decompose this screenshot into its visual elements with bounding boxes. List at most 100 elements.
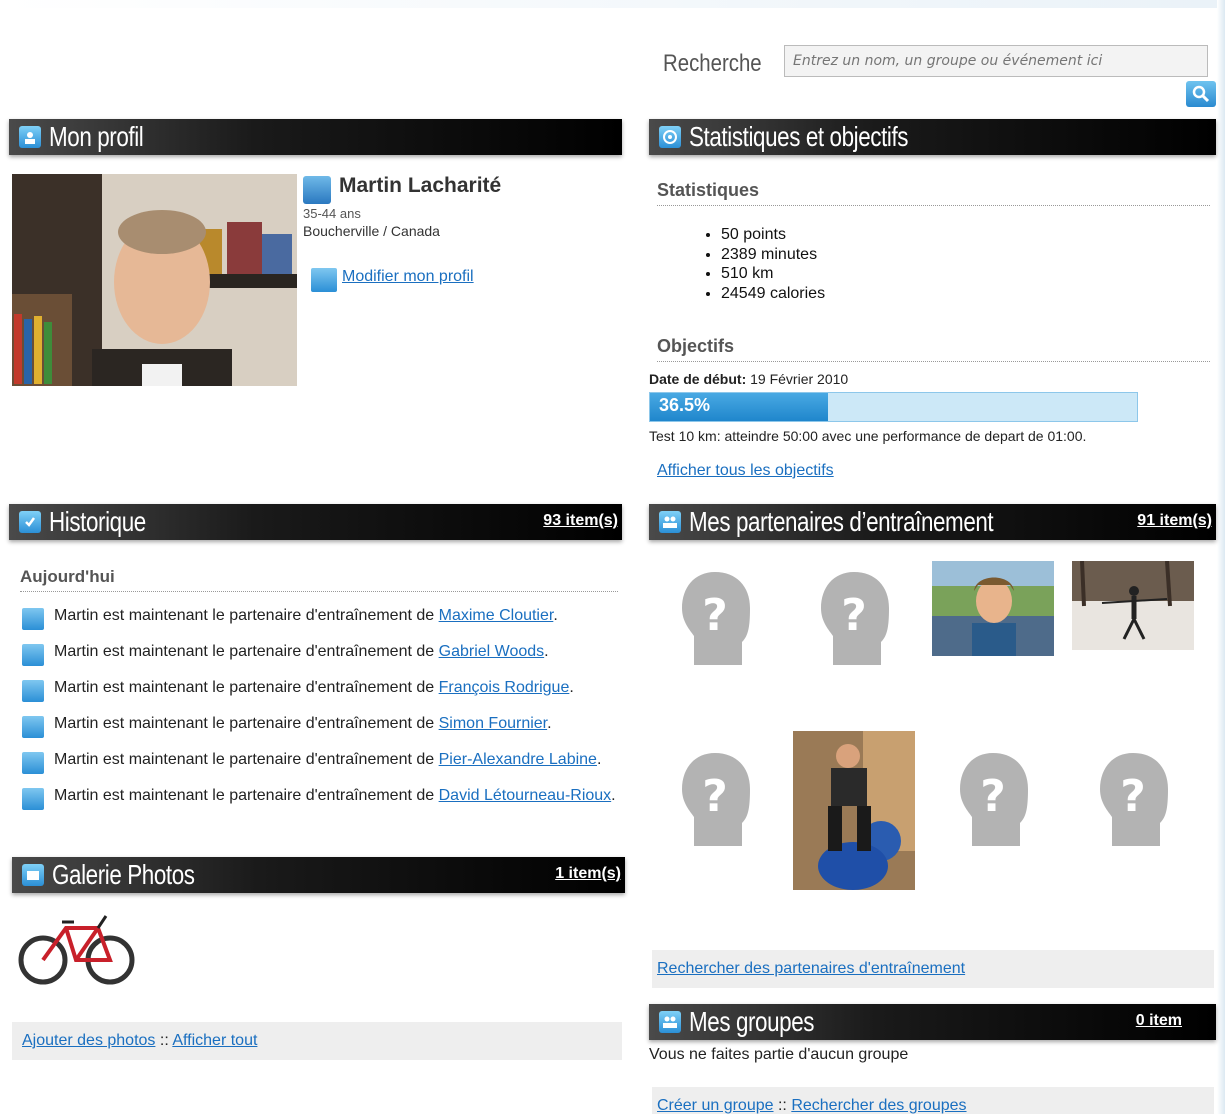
profile-location: Boucherville / Canada (303, 223, 440, 239)
partners-icon (22, 644, 44, 666)
partners-header: Mes partenaires d’entraînement 91 item(s… (649, 504, 1216, 540)
svg-text:?: ? (1120, 771, 1146, 822)
stat-points: 50 points (721, 225, 825, 245)
partner-avatar-placeholder[interactable]: ? (654, 737, 776, 859)
search-label: Recherche (663, 50, 762, 77)
stats-header-title: Statistiques et objectifs (689, 121, 909, 152)
history-partner-link[interactable]: Gabriel Woods (439, 643, 545, 660)
start-date-line: Date de début: 19 Février 2010 (649, 371, 848, 387)
goal-description: Test 10 km: atteindre 50:00 avec une per… (649, 428, 1087, 444)
history-item-prefix: Martin est maintenant le partenaire d'en… (54, 787, 435, 804)
partners-icon (22, 716, 44, 738)
history-item: Martin est maintenant le partenaire d'en… (22, 750, 622, 774)
partner-avatar-photo[interactable] (1072, 561, 1194, 650)
stats-subhead: Statistiques (657, 180, 1210, 206)
history-partner-link[interactable]: David Létourneau-Rioux (439, 787, 612, 804)
svg-text:?: ? (841, 590, 867, 641)
unknown-user-icon: ? (821, 571, 889, 665)
profile-header: Mon profil (9, 119, 622, 155)
gallery-header-title: Galerie Photos (52, 859, 195, 890)
history-item: Martin est maintenant le partenaire d'en… (22, 786, 622, 810)
history-item: Martin est maintenant le partenaire d'en… (22, 678, 622, 702)
unknown-user-icon: ? (682, 571, 750, 665)
history-count-link[interactable]: 93 item(s) (543, 512, 618, 530)
groups-count-link[interactable]: 0 item (1136, 1012, 1182, 1030)
start-date-value: 19 Février 2010 (750, 371, 849, 387)
view-all-photos-link[interactable]: Afficher tout (172, 1032, 257, 1049)
history-item-prefix: Martin est maintenant le partenaire d'en… (54, 607, 435, 624)
partner-avatar-photo[interactable] (793, 731, 915, 890)
svg-text:?: ? (980, 771, 1006, 822)
profile-icon (19, 126, 41, 148)
history-header: Historique 93 item(s) (9, 504, 622, 540)
unknown-user-icon: ? (682, 752, 750, 846)
partners-icon (22, 680, 44, 702)
magnifier-icon (1192, 85, 1210, 103)
photo-icon (22, 864, 44, 886)
gallery-header: Galerie Photos 1 item(s) (12, 857, 625, 893)
profile-age: 35-44 ans (303, 206, 361, 221)
history-header-title: Historique (49, 506, 146, 537)
unknown-user-icon: ? (960, 752, 1028, 846)
partner-avatar-placeholder[interactable]: ? (793, 556, 915, 678)
groups-icon (659, 1011, 681, 1033)
stat-km: 510 km (721, 264, 825, 284)
svg-text:?: ? (702, 771, 728, 822)
history-item: Martin est maintenant le partenaire d'en… (22, 642, 622, 666)
groups-header: Mes groupes 0 item (649, 1004, 1216, 1040)
groups-actions-bar: Créer un groupe :: Rechercher des groupe… (652, 1087, 1214, 1114)
partners-icon (659, 511, 681, 533)
stats-header: Statistiques et objectifs (649, 119, 1216, 155)
edit-profile-link[interactable]: Modifier mon profil (342, 268, 474, 286)
partners-count-link[interactable]: 91 item(s) (1137, 512, 1212, 530)
partner-avatar-photo[interactable] (932, 561, 1054, 656)
gallery-actions-bar: Ajouter des photos :: Afficher tout (12, 1022, 622, 1060)
groups-header-title: Mes groupes (689, 1006, 815, 1037)
history-item-prefix: Martin est maintenant le partenaire d'en… (54, 751, 435, 768)
groups-separator: :: (777, 1097, 787, 1114)
stat-calories: 24549 calories (721, 284, 825, 304)
history-item: Martin est maintenant le partenaire d'en… (22, 714, 622, 738)
pencil-icon (311, 268, 337, 292)
history-partner-link[interactable]: François Rodrigue (439, 679, 570, 696)
gallery-separator: :: (159, 1032, 169, 1049)
start-date-label: Date de début: (649, 371, 747, 387)
history-icon (19, 511, 41, 533)
search-partners-link[interactable]: Rechercher des partenaires d'entraînemen… (657, 960, 965, 977)
history-item-prefix: Martin est maintenant le partenaire d'en… (54, 679, 435, 696)
goal-progress-bar: 36.5% (649, 392, 1138, 422)
goal-progress-label: 36.5% (659, 395, 711, 415)
partners-icon (22, 788, 44, 810)
partners-icon (22, 752, 44, 774)
profile-name: Martin Lacharité (339, 174, 502, 197)
partner-avatar-placeholder[interactable]: ? (654, 556, 776, 678)
create-group-link[interactable]: Créer un groupe (657, 1097, 774, 1114)
search-button[interactable] (1186, 81, 1216, 107)
goals-subhead: Objectifs (657, 336, 1210, 362)
history-item-prefix: Martin est maintenant le partenaire d'en… (54, 643, 435, 660)
partners-icon (22, 608, 44, 630)
gallery-count-link[interactable]: 1 item(s) (555, 865, 621, 883)
search-groups-link[interactable]: Rechercher des groupes (791, 1097, 966, 1114)
history-partner-link[interactable]: Simon Fournier (439, 715, 548, 732)
partners-header-title: Mes partenaires d’entraînement (689, 506, 994, 537)
stat-minutes: 2389 minutes (721, 245, 825, 265)
profile-header-title: Mon profil (49, 121, 144, 152)
history-item-prefix: Martin est maintenant le partenaire d'en… (54, 715, 435, 732)
partner-avatar-placeholder[interactable]: ? (932, 737, 1054, 859)
partner-avatar-placeholder[interactable]: ? (1072, 737, 1194, 859)
history-list: Martin est maintenant le partenaire d'en… (22, 606, 622, 822)
history-item: Martin est maintenant le partenaire d'en… (22, 606, 622, 630)
history-today-label: Aujourd'hui (20, 567, 618, 592)
groups-empty-text: Vous ne faites partie d'aucun groupe (649, 1046, 909, 1063)
add-photos-link[interactable]: Ajouter des photos (22, 1032, 155, 1049)
profile-photo (12, 174, 297, 386)
target-icon (659, 126, 681, 148)
history-partner-link[interactable]: Pier-Alexandre Labine (439, 751, 597, 768)
user-edit-icon (303, 176, 331, 204)
top-gradient-bar (0, 0, 1225, 8)
gallery-photo-bike[interactable] (18, 910, 138, 990)
history-partner-link[interactable]: Maxime Cloutier (439, 607, 554, 624)
all-goals-link[interactable]: Afficher tous les objectifs (657, 462, 834, 480)
search-input[interactable] (784, 45, 1208, 77)
